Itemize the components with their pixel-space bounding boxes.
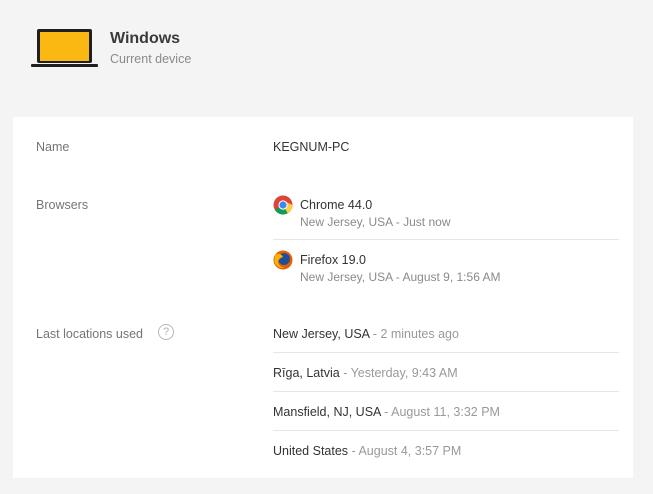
location-item: United States - August 4, 3:57 PM [273, 444, 461, 458]
location-place: New Jersey, USA [273, 327, 370, 341]
divider [273, 239, 619, 240]
browser-name: Chrome 44.0 [300, 198, 373, 212]
chrome-icon [273, 195, 293, 215]
location-item: Rīga, Latvia - Yesterday, 9:43 AM [273, 366, 458, 380]
separator: - [348, 444, 359, 458]
location-time: 2 minutes ago [380, 327, 459, 341]
laptop-icon [31, 29, 98, 67]
browsers-label: Browsers [36, 198, 89, 212]
location-time: Yesterday, 9:43 AM [350, 366, 458, 380]
browser-name: Firefox 19.0 [300, 253, 367, 267]
location-place: Mansfield, NJ, USA [273, 405, 381, 419]
separator: - [380, 405, 392, 419]
help-icon[interactable]: ? [158, 324, 174, 340]
device-details-card: Name KEGNUM-PC Browsers Chrome 44.0 New … [13, 117, 633, 478]
divider [273, 391, 619, 392]
location-time: August 11, 3:32 PM [391, 405, 500, 419]
device-title: Windows [110, 30, 181, 47]
location-item: Mansfield, NJ, USA - August 11, 3:32 PM [273, 405, 500, 419]
device-subtitle: Current device [110, 52, 192, 66]
separator: - [369, 327, 381, 341]
device-name-value: KEGNUM-PC [273, 140, 350, 154]
name-label: Name [36, 140, 70, 154]
device-header: Windows Current device [0, 0, 653, 117]
location-place: Rīga, Latvia [273, 366, 340, 380]
browser-meta: New Jersey, USA - August 9, 1:56 AM [300, 270, 501, 284]
location-place: United States [273, 444, 349, 458]
browser-meta: New Jersey, USA - Just now [300, 215, 451, 229]
location-item: New Jersey, USA - 2 minutes ago [273, 327, 459, 341]
divider [273, 430, 619, 431]
firefox-icon [273, 250, 293, 270]
divider [273, 352, 619, 353]
last-locations-label: Last locations used [36, 327, 144, 341]
location-time: August 4, 3:57 PM [358, 444, 462, 458]
separator: - [339, 366, 351, 380]
